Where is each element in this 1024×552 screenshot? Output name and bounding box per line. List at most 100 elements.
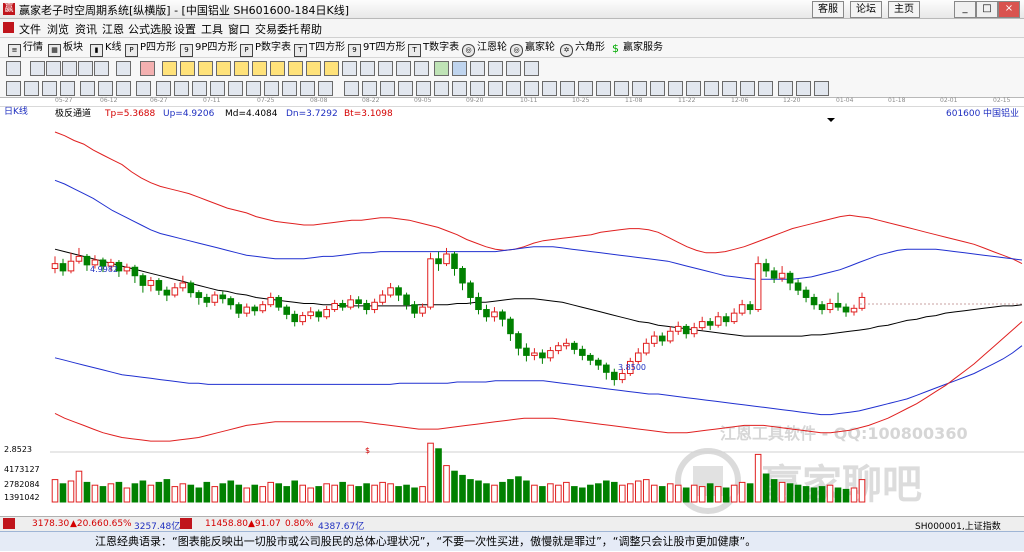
t-square-button[interactable]: T T四方形 bbox=[294, 40, 345, 57]
ind-icon-7[interactable] bbox=[116, 81, 131, 96]
9p-square-button[interactable]: 9 9P四方形 bbox=[180, 40, 237, 57]
kline-chart[interactable]: 日K线 极反通道 Tp=5.3688 Up=4.9206 Md=4.4084 D… bbox=[0, 105, 1024, 516]
service-button[interactable]: 客服 bbox=[812, 1, 844, 18]
menu-formula[interactable]: 公式选股 bbox=[128, 21, 172, 37]
ind-icon-12[interactable] bbox=[210, 81, 225, 96]
ind-icon-10[interactable] bbox=[174, 81, 189, 96]
tool-icon-7[interactable] bbox=[140, 61, 155, 76]
ind-icon-44[interactable] bbox=[814, 81, 829, 96]
ind-icon-4[interactable] bbox=[60, 81, 75, 96]
forum-button[interactable]: 论坛 bbox=[850, 1, 882, 18]
ind-icon-38[interactable] bbox=[686, 81, 701, 96]
menu-help[interactable]: 帮助 bbox=[300, 21, 322, 37]
menu-window[interactable]: 窗口 bbox=[228, 21, 250, 37]
menu-tools[interactable]: 工具 bbox=[201, 21, 223, 37]
kline-button[interactable]: ▮ K线 bbox=[90, 40, 122, 57]
p-number-table-button[interactable]: P P数字表 bbox=[240, 40, 291, 57]
ind-icon-19[interactable] bbox=[344, 81, 359, 96]
ind-icon-8[interactable] bbox=[136, 81, 151, 96]
winner-wheel-button[interactable]: ◎ 赢家轮 bbox=[510, 40, 555, 57]
ind-icon-32[interactable] bbox=[578, 81, 593, 96]
tool-icon-2[interactable] bbox=[46, 61, 61, 76]
ind-icon-14[interactable] bbox=[246, 81, 261, 96]
nav-diamond-3-icon[interactable] bbox=[270, 61, 285, 76]
tool-icon-12[interactable] bbox=[470, 61, 485, 76]
dropdown-arrow-icon[interactable] bbox=[827, 118, 835, 122]
ind-icon-9[interactable] bbox=[156, 81, 171, 96]
homepage-button[interactable]: 主页 bbox=[888, 1, 920, 18]
ind-icon-31[interactable] bbox=[560, 81, 575, 96]
ind-icon-3[interactable] bbox=[42, 81, 57, 96]
p-square-button[interactable]: P P四方形 bbox=[125, 40, 176, 57]
ind-icon-5[interactable] bbox=[80, 81, 95, 96]
minimize-button[interactable]: _ bbox=[954, 1, 976, 18]
grid-icon[interactable] bbox=[778, 81, 793, 96]
ind-icon-28[interactable] bbox=[506, 81, 521, 96]
winner-service-button[interactable]: $ 赢家服务 bbox=[610, 40, 663, 55]
nav-diamond-6-icon[interactable] bbox=[324, 61, 339, 76]
ind-icon-17[interactable] bbox=[300, 81, 315, 96]
ind-icon-1[interactable] bbox=[6, 81, 21, 96]
tool-icon-1[interactable] bbox=[30, 61, 45, 76]
tool-icon-8[interactable] bbox=[396, 61, 411, 76]
period-icon[interactable] bbox=[6, 61, 21, 76]
menu-settings[interactable]: 设置 bbox=[174, 21, 196, 37]
nav-prev-icon[interactable] bbox=[180, 61, 195, 76]
tool-icon-14[interactable] bbox=[506, 61, 521, 76]
tool-icon-4[interactable] bbox=[78, 61, 93, 76]
line-icon[interactable] bbox=[378, 61, 393, 76]
menu-file[interactable]: 文件 bbox=[19, 21, 41, 37]
ind-icon-23[interactable] bbox=[416, 81, 431, 96]
ind-icon-21[interactable] bbox=[380, 81, 395, 96]
t-number-table-button[interactable]: T T数字表 bbox=[408, 40, 459, 57]
hexagon-button[interactable]: ✡ 六角形 bbox=[560, 40, 605, 57]
ind-icon-13[interactable] bbox=[228, 81, 243, 96]
ind-icon-27[interactable] bbox=[488, 81, 503, 96]
ind-icon-37[interactable] bbox=[668, 81, 683, 96]
ind-icon-22[interactable] bbox=[398, 81, 413, 96]
nav-diamond-4-icon[interactable] bbox=[288, 61, 303, 76]
ind-icon-18[interactable] bbox=[318, 81, 333, 96]
tool-icon-6[interactable] bbox=[116, 61, 131, 76]
ind-icon-43[interactable] bbox=[796, 81, 811, 96]
tool-icon-3[interactable] bbox=[62, 61, 77, 76]
menu-info[interactable]: 资讯 bbox=[75, 21, 97, 37]
ind-icon-33[interactable] bbox=[596, 81, 611, 96]
ind-icon-2[interactable] bbox=[24, 81, 39, 96]
ind-icon-29[interactable] bbox=[524, 81, 539, 96]
ind-icon-11[interactable] bbox=[192, 81, 207, 96]
menu-trade[interactable]: 交易委托 bbox=[255, 21, 299, 37]
gann-wheel-button[interactable]: ◎ 江恩轮 bbox=[462, 40, 507, 57]
nav-diamond-1-icon[interactable] bbox=[234, 61, 249, 76]
ind-icon-41[interactable] bbox=[740, 81, 755, 96]
chart-svg[interactable]: 日K线 极反通道 Tp=5.3688 Up=4.9206 Md=4.4084 D… bbox=[0, 105, 1024, 516]
nav-diamond-5-icon[interactable] bbox=[306, 61, 321, 76]
menu-gann[interactable]: 江恩 bbox=[102, 21, 124, 37]
ind-icon-15[interactable] bbox=[264, 81, 279, 96]
nav-first-icon[interactable] bbox=[162, 61, 177, 76]
tool-icon-13[interactable] bbox=[488, 61, 503, 76]
ind-icon-6[interactable] bbox=[98, 81, 113, 96]
ind-icon-26[interactable] bbox=[470, 81, 485, 96]
tool-icon-5[interactable] bbox=[94, 61, 109, 76]
ind-icon-36[interactable] bbox=[650, 81, 665, 96]
menu-browse[interactable]: 浏览 bbox=[47, 21, 69, 37]
ind-icon-25[interactable] bbox=[452, 81, 467, 96]
sector-button[interactable]: ▦ 板块 bbox=[48, 40, 83, 57]
ind-icon-39[interactable] bbox=[704, 81, 719, 96]
close-button[interactable]: × bbox=[998, 1, 1020, 18]
crosshair-icon[interactable] bbox=[360, 61, 375, 76]
tool-icon-15[interactable] bbox=[524, 61, 539, 76]
hand-icon[interactable] bbox=[342, 61, 357, 76]
nav-diamond-2-icon[interactable] bbox=[252, 61, 267, 76]
quotes-button[interactable]: ≡ 行情 bbox=[8, 40, 43, 57]
ind-icon-16[interactable] bbox=[282, 81, 297, 96]
tool-icon-10[interactable] bbox=[434, 61, 449, 76]
ind-icon-24[interactable] bbox=[434, 81, 449, 96]
ind-icon-20[interactable] bbox=[362, 81, 377, 96]
ind-icon-35[interactable] bbox=[632, 81, 647, 96]
ind-icon-40[interactable] bbox=[722, 81, 737, 96]
nav-left-icon[interactable] bbox=[198, 61, 213, 76]
ind-icon-30[interactable] bbox=[542, 81, 557, 96]
tool-icon-11[interactable] bbox=[452, 61, 467, 76]
